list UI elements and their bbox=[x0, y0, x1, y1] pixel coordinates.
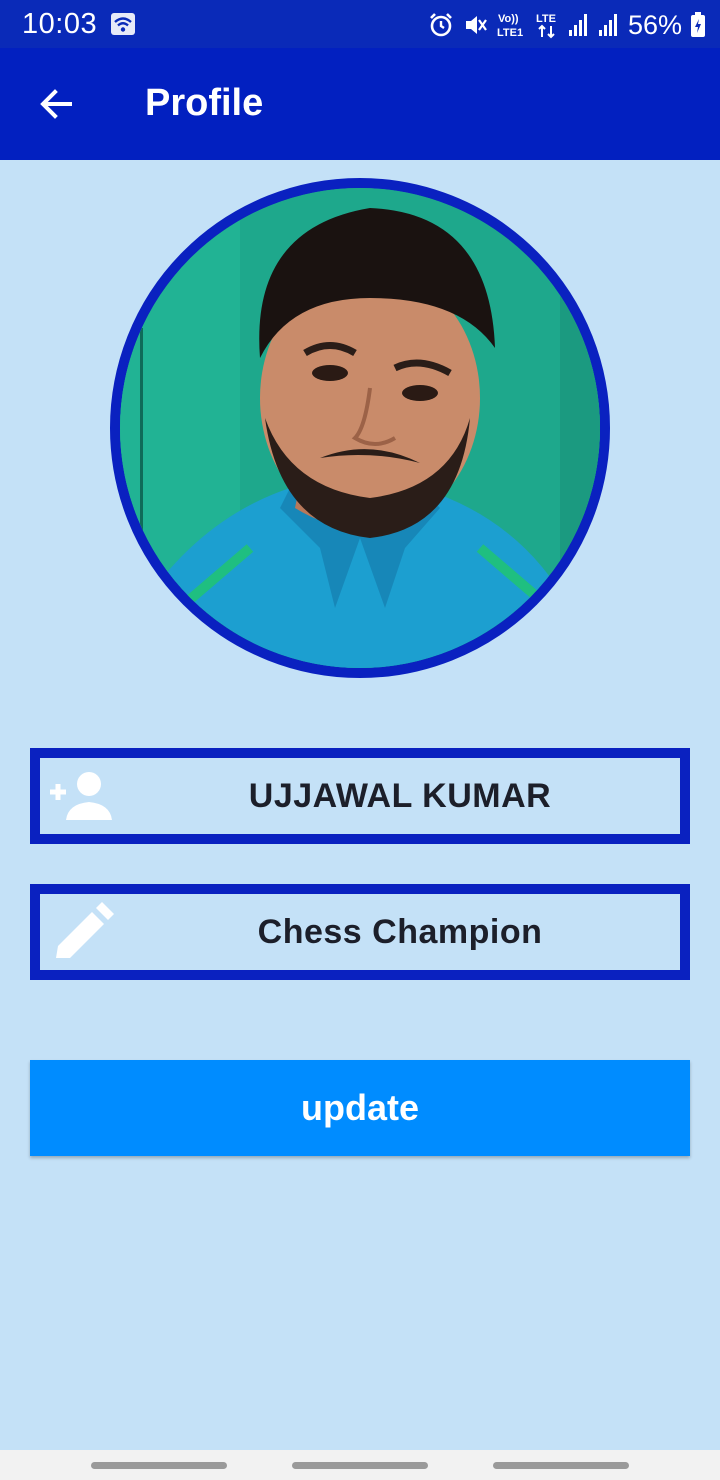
person-add-icon bbox=[46, 766, 116, 828]
pencil-edit-icon bbox=[46, 902, 116, 964]
status-time: 10:03 bbox=[22, 8, 98, 40]
name-field[interactable]: UJJAWAL KUMAR bbox=[30, 748, 690, 844]
status-bar: 10:03 Vo)) LTE1 LTE 56% bbox=[0, 0, 720, 48]
alarm-icon bbox=[428, 12, 454, 38]
volte-icon: Vo)) LTE1 bbox=[496, 10, 526, 40]
update-button[interactable]: update bbox=[30, 1060, 690, 1156]
lte-icon: LTE bbox=[534, 10, 560, 40]
battery-percent: 56% bbox=[627, 9, 682, 40]
name-value: UJJAWAL KUMAR bbox=[248, 776, 552, 815]
battery-charging-icon bbox=[690, 12, 706, 38]
signal-icon bbox=[598, 12, 620, 38]
svg-text:LTE: LTE bbox=[536, 13, 556, 25]
avatar[interactable] bbox=[110, 178, 610, 678]
bio-value: Chess Champion bbox=[257, 912, 543, 951]
svg-text:Vo)): Vo)) bbox=[498, 13, 519, 25]
wifi-icon bbox=[110, 12, 136, 36]
status-icons: Vo)) LTE1 LTE 56% bbox=[428, 8, 706, 42]
page-title: Profile bbox=[145, 82, 264, 124]
nav-home-button[interactable] bbox=[292, 1462, 428, 1469]
back-button[interactable] bbox=[28, 76, 84, 132]
svg-text:LTE1: LTE1 bbox=[497, 27, 523, 39]
arrow-back-icon bbox=[40, 89, 72, 119]
nav-back-button[interactable] bbox=[493, 1462, 629, 1469]
signal-icon bbox=[568, 12, 590, 38]
system-nav-bar bbox=[0, 1450, 720, 1480]
profile-photo bbox=[120, 188, 600, 668]
bio-field[interactable]: Chess Champion bbox=[30, 884, 690, 980]
app-bar: Profile bbox=[0, 48, 720, 160]
nav-recents-button[interactable] bbox=[91, 1462, 227, 1469]
mute-icon bbox=[462, 12, 488, 38]
